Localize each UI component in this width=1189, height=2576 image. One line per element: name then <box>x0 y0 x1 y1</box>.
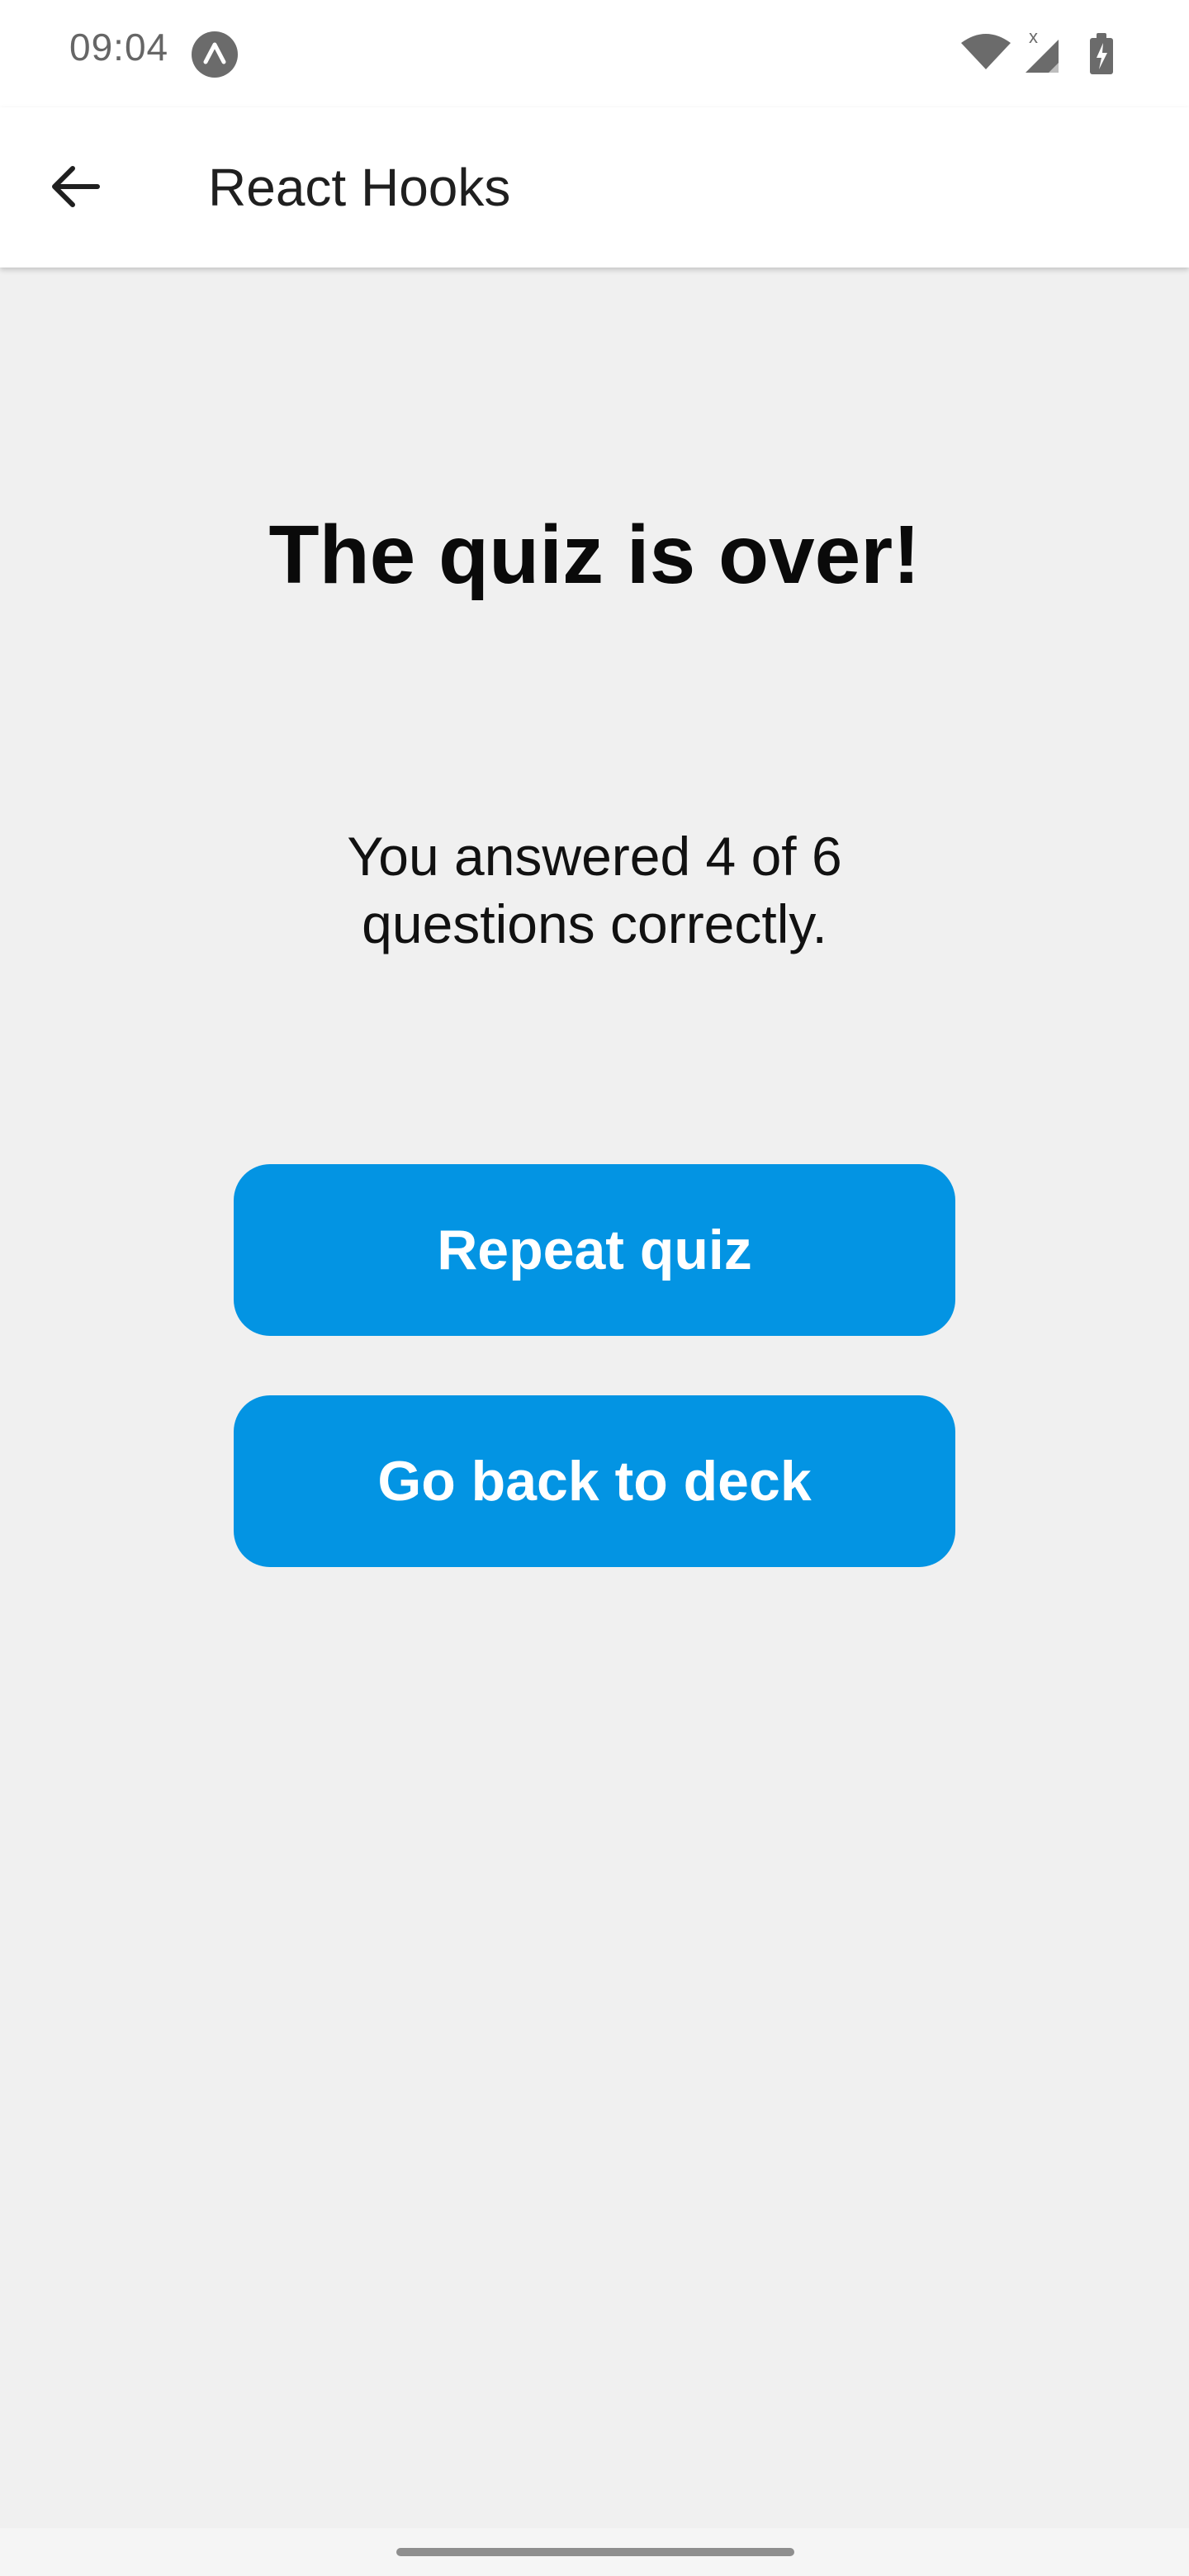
repeat-quiz-label: Repeat quiz <box>437 1219 752 1281</box>
quiz-complete-heading: The quiz is over! <box>268 509 921 601</box>
back-to-deck-label: Go back to deck <box>377 1450 812 1513</box>
back-to-deck-button[interactable]: Go back to deck <box>234 1395 955 1567</box>
app-bar: React Hooks <box>0 107 1189 268</box>
system-nav-bar <box>0 2528 1189 2576</box>
status-time: 09:04 <box>69 26 169 69</box>
page-title: React Hooks <box>208 158 511 217</box>
wifi-icon <box>961 34 1011 69</box>
quiz-result-screen: 09:04 x React Hooks The quiz is over! Yo… <box>0 0 1189 2576</box>
status-icons: x <box>961 26 1126 78</box>
expo-icon <box>192 31 238 78</box>
repeat-quiz-button[interactable]: Repeat quiz <box>234 1164 955 1336</box>
battery-charging-icon <box>1090 33 1113 74</box>
quiz-score-text: You answered 4 of 6 questions correctly. <box>347 826 842 954</box>
status-bar: 09:04 x <box>0 0 1189 107</box>
arrow-back-icon <box>50 160 102 217</box>
back-button[interactable] <box>33 145 119 231</box>
signal-label: x <box>1029 28 1038 47</box>
home-indicator[interactable] <box>396 2548 794 2556</box>
